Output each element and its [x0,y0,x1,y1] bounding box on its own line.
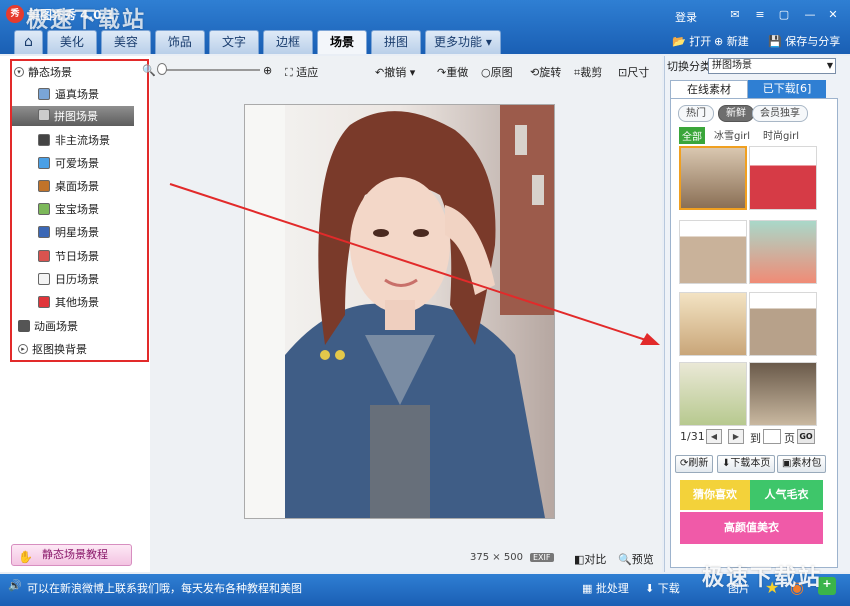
page-input[interactable] [763,429,781,444]
save-share-button[interactable]: 💾 保存与分享 [768,33,840,49]
restore-icon[interactable]: ▢ [777,8,791,22]
refresh-button[interactable]: ⟳刷新 [675,455,714,473]
tutorial-button[interactable]: ✋ 静态场景教程 [11,544,132,566]
tab-collage[interactable]: 拼图 [370,30,421,54]
goto-label: 到 [750,432,761,445]
batch-process-button[interactable]: ▦ 批处理 [582,580,629,596]
crop-button[interactable]: ⌗裁剪 [574,64,602,80]
batch-label: 批处理 [595,582,629,595]
rotate-label: 旋转 [539,66,562,79]
tab-more-features[interactable]: 更多功能 ▾ [425,30,501,54]
status-message: 可以在新浪微博上联系我们哦，每天发布各种教程和美图 [27,582,302,595]
package-label: 素材包 [791,458,822,469]
tab-text[interactable]: 文字 [208,30,259,54]
zoom-in-icon[interactable]: ⊕ [263,64,272,77]
compare-label: 对比 [584,553,607,566]
tab-downloaded[interactable]: 已下载[6] [748,80,826,98]
download-page-label: 下载本页 [730,458,771,469]
switch-category-label: 切换分类 [667,60,711,73]
refresh-label: 刷新 [688,458,709,469]
ad-guess-like[interactable]: 猜你喜欢 [680,480,750,510]
scene-thumb[interactable] [749,292,817,356]
scene-thumb[interactable] [679,146,747,210]
message-icon[interactable]: ✉ [728,8,742,22]
image-width: 375 [470,552,490,563]
image-height: 500 [503,552,523,563]
edited-photo[interactable] [245,105,554,518]
open-button[interactable]: 📂 打开 [672,33,711,49]
fit-button[interactable]: ⛶ 适应 [285,64,318,80]
tab-accessories[interactable]: 饰品 [154,30,205,54]
next-page-button[interactable]: ▶ [728,429,744,444]
chip-hot[interactable]: 热门 [678,105,714,122]
scene-thumb[interactable] [749,362,817,426]
scene-thumb[interactable] [749,220,817,284]
dims-separator: × [492,552,501,563]
chip-vip[interactable]: 会员独享 [752,105,808,122]
app-logo-icon: 秀 [6,5,24,23]
image-dimensions: 375 × 500 [470,552,523,563]
scene-thumb[interactable] [679,362,747,426]
tutorial-label: 静态场景教程 [42,548,108,561]
hand-icon: ✋ [18,550,33,564]
speaker-icon: 🔊 [8,579,22,592]
tab-online-materials[interactable]: 在线素材 [670,80,748,98]
minimize-icon[interactable]: — [803,8,817,22]
original-button[interactable]: ○原图 [481,64,513,80]
new-label: 新建 [726,35,749,48]
login-link[interactable]: 登录 [675,9,697,25]
material-package-button[interactable]: ▣素材包 [777,455,827,473]
zoom-out-icon[interactable]: 🔍 [142,64,156,77]
fit-label: 适应 [296,66,319,79]
rotate-button[interactable]: ⟲旋转 [530,64,561,80]
preview-button[interactable]: 🔍预览 [618,551,654,567]
portrait-image [245,105,554,518]
download-button[interactable]: ⬇ 下载 [645,580,680,596]
scene-thumb[interactable] [679,292,747,356]
category-select[interactable]: 拼图场景 ▼ [708,58,836,74]
ad-sweater[interactable]: 人气毛衣 [750,480,823,510]
undo-button[interactable]: ↶撤销 ▾ [375,64,415,80]
watermark-top: 极速下载站 [26,8,147,33]
resize-button[interactable]: ⊡尺寸 [618,64,649,80]
page-indicator: 1/31 [680,430,705,443]
original-label: 原图 [490,66,513,79]
filter-fashion-girl[interactable]: 时尚girl [763,127,799,142]
ad-fashion[interactable]: 高颜值美衣 [680,512,823,544]
prev-page-button[interactable]: ◀ [706,429,722,444]
scene-thumb[interactable] [679,220,747,284]
chevron-down-icon: ▼ [826,61,833,70]
size-label: 尺寸 [627,66,650,79]
category-select-value: 拼图场景 [712,60,752,71]
new-button[interactable]: ⊕ 新建 [714,33,749,49]
tab-frame[interactable]: 边框 [262,30,313,54]
watermark-bottom: 极速下载站 [702,566,823,591]
open-label: 打开 [689,35,712,48]
zoom-slider-track[interactable] [160,69,260,71]
crop-label: 裁剪 [580,66,603,79]
undo-label: 撤销 [384,66,407,79]
download-page-button[interactable]: ⬇下载本页 [717,455,776,473]
redo-button[interactable]: ↷重做 [437,64,468,80]
filter-snow-girl[interactable]: 冰雪girl [714,127,750,142]
chip-fresh[interactable]: 新鲜 [718,105,754,122]
zoom-slider-handle[interactable] [157,63,167,75]
scene-thumb[interactable] [749,146,817,210]
page-unit-label: 页 [784,432,795,445]
compare-button[interactable]: ◧对比 [574,551,606,567]
preview-label: 预览 [631,553,654,566]
download-label: 下载 [657,582,680,595]
close-icon[interactable]: ✕ [826,8,840,22]
tab-scene[interactable]: 场景 [316,30,367,54]
exif-button[interactable]: EXIF [530,553,554,562]
save-label: 保存与分享 [785,35,841,48]
go-button[interactable]: GO [797,429,815,444]
redo-label: 重做 [446,66,469,79]
filter-all[interactable]: 全部 [679,127,705,144]
highlight-box [10,59,149,362]
menu-icon[interactable]: ≡ [753,8,767,22]
